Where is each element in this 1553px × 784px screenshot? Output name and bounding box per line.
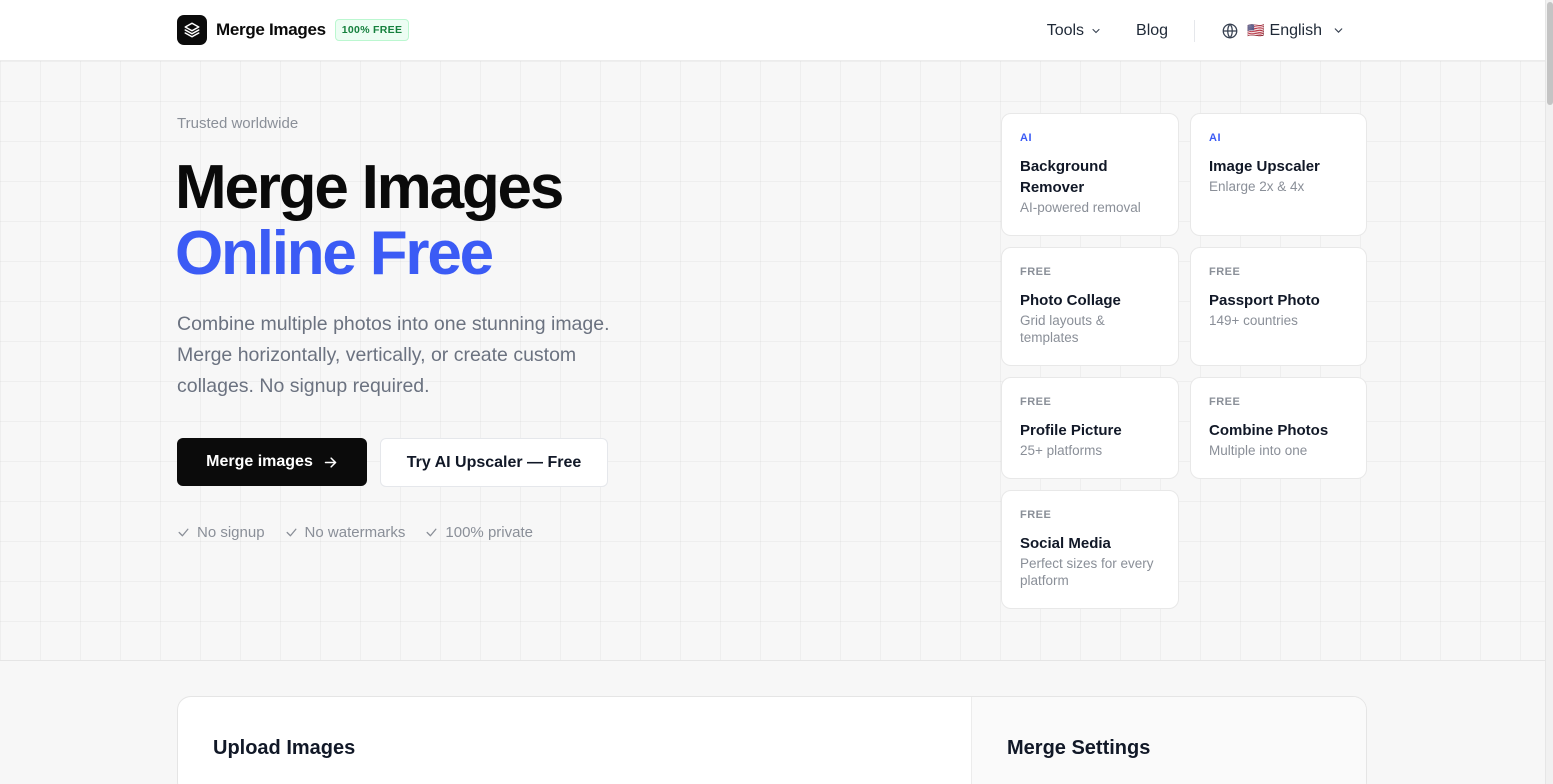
tool-card-background-remover[interactable]: AI Background Remover AI-powered removal	[1001, 113, 1179, 236]
check-item: 100% private	[425, 524, 533, 541]
card-title: Photo Collage	[1020, 292, 1121, 309]
nav-blog-label: Blog	[1136, 21, 1169, 39]
tool-card-photo-collage[interactable]: FREE Photo Collage Grid layouts & templa…	[1001, 247, 1179, 366]
main-nav: Tools Blog 🇺🇸 English	[1047, 0, 1345, 61]
card-title: Passport Photo	[1209, 292, 1320, 309]
card-subtitle: Perfect sizes for every platform	[1020, 556, 1154, 588]
check-icon	[177, 526, 190, 539]
try-ai-upscaler-label: Try AI Upscaler — Free	[406, 453, 582, 471]
card-tag: AI	[1020, 132, 1032, 144]
check-icon	[425, 526, 438, 539]
merge-tool-panel: Upload Images Merge Settings	[177, 696, 1367, 784]
chevron-down-icon	[1090, 25, 1102, 37]
upload-images-heading: Upload Images	[213, 737, 356, 759]
hero-title-line2: Online Free	[175, 219, 494, 288]
card-title: Social Media	[1020, 535, 1111, 552]
us-flag-icon: 🇺🇸	[1247, 22, 1265, 38]
chevron-down-icon	[1332, 24, 1345, 37]
card-tag: AI	[1209, 132, 1221, 144]
try-ai-upscaler-button[interactable]: Try AI Upscaler — Free	[380, 438, 608, 487]
free-badge: 100% FREE	[334, 19, 410, 41]
check-item: No signup	[177, 524, 265, 541]
nav-tools-dropdown[interactable]: Tools	[1047, 22, 1102, 40]
tool-card-image-upscaler[interactable]: AI Image Upscaler Enlarge 2x & 4x	[1190, 113, 1367, 236]
globe-icon	[1221, 22, 1239, 40]
card-title: Image Upscaler	[1209, 158, 1320, 175]
hero-title-line1: Merge Images	[175, 153, 564, 222]
feature-checks: No signup No watermarks 100% private	[177, 524, 553, 541]
hero-eyebrow: Trusted worldwide	[177, 115, 299, 132]
tool-card-combine-photos[interactable]: FREE Combine Photos Multiple into one	[1190, 377, 1367, 479]
card-subtitle: 149+ countries	[1209, 313, 1298, 328]
layers-icon	[177, 15, 207, 45]
merge-images-button[interactable]: Merge images	[177, 438, 367, 486]
card-tag: FREE	[1209, 396, 1241, 408]
language-selector[interactable]: 🇺🇸 English	[1221, 22, 1345, 40]
card-subtitle: Multiple into one	[1209, 443, 1308, 458]
tool-card-passport-photo[interactable]: FREE Passport Photo 149+ countries	[1190, 247, 1367, 366]
brand-name: Merge Images	[216, 20, 326, 39]
upload-section: Upload Images	[178, 697, 971, 784]
card-subtitle: AI-powered removal	[1020, 200, 1141, 215]
check-label: No signup	[197, 524, 265, 541]
card-tag: FREE	[1209, 266, 1241, 278]
card-tag: FREE	[1020, 509, 1052, 521]
card-title: Profile Picture	[1020, 422, 1122, 439]
merge-settings-heading: Merge Settings	[1007, 737, 1151, 759]
card-tag: FREE	[1020, 266, 1052, 278]
tool-card-social-media[interactable]: FREE Social Media Perfect sizes for ever…	[1001, 490, 1179, 609]
check-label: No watermarks	[304, 524, 406, 541]
page-scrollbar[interactable]	[1545, 0, 1553, 784]
check-icon	[285, 526, 298, 539]
hero-description: Combine multiple photos into one stunnin…	[177, 313, 610, 397]
nav-blog-link[interactable]: Blog	[1136, 22, 1168, 40]
tool-card-profile-picture[interactable]: FREE Profile Picture 25+ platforms	[1001, 377, 1179, 479]
merge-settings-section: Merge Settings	[971, 697, 1366, 784]
brand-link[interactable]: Merge Images 100% FREE	[177, 15, 410, 45]
scrollbar-thumb[interactable]	[1547, 2, 1553, 105]
card-subtitle: Grid layouts & templates	[1020, 313, 1105, 345]
merge-images-button-label: Merge images	[206, 453, 313, 470]
arrow-right-icon	[323, 455, 338, 470]
check-item: No watermarks	[285, 524, 406, 541]
card-title: Combine Photos	[1209, 422, 1329, 439]
hero-title: Merge Images Online Free	[175, 153, 564, 288]
top-navbar: Merge Images 100% FREE Tools Blog 🇺🇸 Eng…	[0, 0, 1545, 61]
card-subtitle: Enlarge 2x & 4x	[1209, 179, 1305, 194]
language-label: English	[1269, 21, 1322, 39]
hero-section: Trusted worldwide Merge Images Online Fr…	[0, 61, 1545, 661]
card-subtitle: 25+ platforms	[1020, 443, 1103, 458]
check-label: 100% private	[445, 524, 533, 541]
nav-tools-label: Tools	[1046, 21, 1085, 39]
card-title: Background Remover	[1020, 158, 1108, 196]
card-tag: FREE	[1020, 396, 1052, 408]
nav-divider	[1194, 19, 1196, 42]
